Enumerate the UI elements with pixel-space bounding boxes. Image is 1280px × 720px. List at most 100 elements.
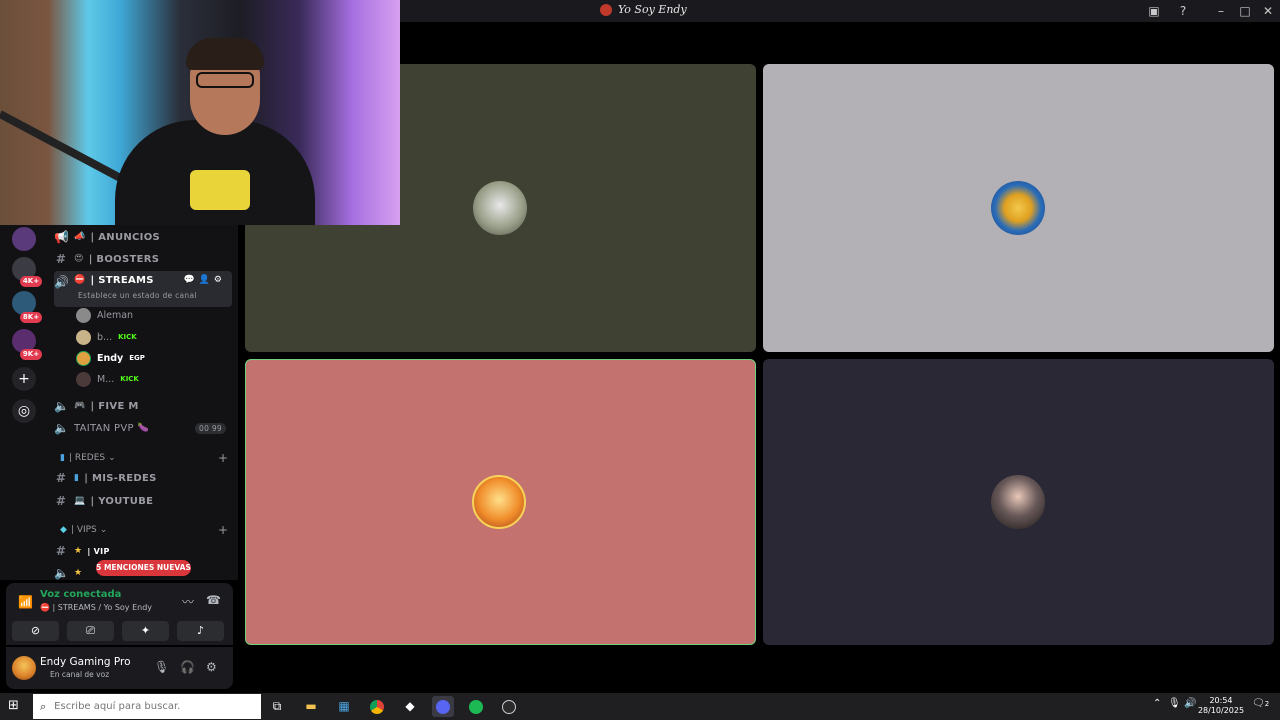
close-button[interactable]: ✕ bbox=[1259, 2, 1277, 20]
speaker-icon: 🔊 bbox=[54, 275, 70, 289]
gamepad-emoji-icon: 🎮 bbox=[74, 401, 86, 411]
voice-user[interactable]: b... KICK bbox=[76, 327, 137, 347]
notifications-icon[interactable]: 🗨2 bbox=[1252, 698, 1269, 709]
voice-user[interactable]: M... KICK bbox=[76, 369, 139, 389]
phone-emoji-icon: ▮ bbox=[60, 453, 65, 463]
channel-vip[interactable]: # ★ | VIP bbox=[54, 540, 232, 562]
soundboard-button[interactable]: ♪ bbox=[177, 621, 224, 641]
file-explorer-icon[interactable]: ▬ bbox=[300, 696, 322, 717]
clock-date: 28/10/2025 bbox=[1197, 706, 1245, 715]
microphone-icon[interactable]: 🎙 bbox=[154, 660, 169, 674]
category-vips-label: | VIPS bbox=[70, 525, 97, 535]
window-title-text: Yo Soy Endy bbox=[618, 3, 687, 16]
avatar bbox=[472, 475, 526, 529]
channel-taitan-pvp[interactable]: 🔈 TAITAN PVP 🍆 00 99 bbox=[54, 417, 232, 439]
speaker-icon: 🔈 bbox=[54, 421, 70, 435]
channel-anuncios[interactable]: 📢 📣 | ANUNCIOS bbox=[54, 226, 232, 248]
volume-icon[interactable]: 🔊 bbox=[1184, 698, 1196, 709]
channel-five-m[interactable]: 🔈 🎮 | FIVE M bbox=[54, 395, 232, 417]
settings-gear-icon[interactable]: ⚙ bbox=[206, 660, 217, 674]
obs-icon[interactable] bbox=[498, 696, 520, 717]
disconnect-icon[interactable]: ☎ bbox=[206, 593, 221, 607]
server-badge-3: 9K+ bbox=[20, 349, 42, 360]
megaphone-emoji-icon: 📣 bbox=[74, 232, 86, 242]
taskbar-search[interactable]: ⌕ bbox=[33, 694, 261, 719]
channel-youtube[interactable]: # 💻 | YOUTUBE bbox=[54, 490, 232, 512]
discord-icon[interactable] bbox=[432, 696, 454, 717]
system-clock[interactable]: 20:54 28/10/2025 bbox=[1196, 696, 1246, 716]
channel-status-placeholder[interactable]: Establece un estado de canal bbox=[78, 291, 197, 300]
channel-streams-label: | STREAMS bbox=[90, 275, 154, 286]
voice-user[interactable]: Aleman bbox=[76, 305, 133, 325]
hash-icon: # bbox=[55, 494, 67, 508]
minimize-button[interactable]: – bbox=[1212, 2, 1230, 20]
chrome-icon[interactable] bbox=[366, 696, 388, 717]
user-name: Endy Gaming Pro bbox=[40, 656, 131, 668]
channel-vip-label: | VIP bbox=[87, 546, 110, 556]
channel-five-m-label: | FIVE M bbox=[90, 400, 139, 412]
voice-connected-panel: 📶 Voz conectada ⛔ | STREAMS / Yo Soy End… bbox=[6, 583, 233, 645]
channel-taitan-label: TAITAN PVP bbox=[74, 422, 134, 434]
task-view-icon[interactable]: ⧉ bbox=[266, 696, 288, 717]
channel-actions[interactable]: 💬👤⚙ bbox=[184, 275, 226, 285]
add-channel-icon[interactable]: + bbox=[218, 523, 228, 537]
channel-mis-redes[interactable]: # ▮ | MIS-REDES bbox=[54, 467, 232, 489]
maximize-button[interactable]: □ bbox=[1236, 2, 1254, 20]
new-mentions-badge[interactable]: 5 MENCIONES NUEVAS bbox=[96, 560, 191, 576]
chevron-down-icon: ⌄ bbox=[99, 525, 108, 535]
speaker-icon: 🔈 bbox=[54, 566, 70, 580]
spotify-icon[interactable] bbox=[465, 696, 487, 717]
channel-boosters[interactable]: # 😍 | BOOSTERS bbox=[54, 248, 232, 270]
roblox-icon[interactable]: ◆ bbox=[399, 696, 421, 717]
channel-anuncios-label: | ANUNCIOS bbox=[90, 231, 161, 243]
server-badge-2: 8K+ bbox=[20, 312, 42, 323]
chevron-up-icon[interactable]: ⌃ bbox=[1153, 698, 1161, 709]
search-input[interactable] bbox=[54, 701, 245, 712]
avatar bbox=[76, 307, 91, 323]
window-title: Yo Soy Endy bbox=[600, 3, 687, 16]
share-screen-button[interactable]: ⎚ bbox=[67, 621, 114, 641]
hash-icon: # bbox=[55, 544, 67, 558]
voice-channel-path[interactable]: ⛔ | STREAMS / Yo Soy Endy bbox=[40, 603, 152, 612]
avatar bbox=[991, 181, 1045, 235]
windows-taskbar: ⊞ ⌕ ⧉ ▬ ▦ ◆ ⌃ 🎙 🔊 20:54 28/10/2025 🗨2 bbox=[0, 693, 1280, 720]
heart-eyes-emoji-icon: 😍 bbox=[74, 254, 84, 264]
kick-tag: KICK bbox=[118, 333, 137, 341]
signal-icon[interactable]: 📶 bbox=[18, 595, 33, 609]
channel-streams[interactable]: 🔊 ⛔ | STREAMS Establece un estado de can… bbox=[54, 271, 232, 307]
add-server-icon[interactable]: + bbox=[12, 367, 36, 391]
video-tile[interactable] bbox=[763, 359, 1274, 645]
inbox-icon[interactable]: ▣ bbox=[1145, 2, 1163, 20]
category-redes-label: | REDES bbox=[68, 453, 106, 463]
user-count: 00 bbox=[199, 423, 210, 433]
discord-app: Yo Soy Endy ▣ ? – □ ✕ 4K+ 8K+ 9K+ + ◎ 📢 … bbox=[0, 0, 1280, 693]
microphone-tray-icon[interactable]: 🎙 bbox=[1168, 698, 1181, 709]
noise-suppression-icon[interactable]: 〰 bbox=[182, 593, 194, 610]
eggplant-emoji-icon: 🍆 bbox=[137, 423, 150, 433]
hash-icon: # bbox=[55, 252, 67, 266]
category-vips[interactable]: ◆ | VIPS ⌄ + bbox=[60, 523, 228, 537]
store-icon[interactable]: ▦ bbox=[333, 696, 355, 717]
explore-icon[interactable]: ◎ bbox=[12, 399, 36, 423]
category-redes[interactable]: ▮ | REDES ⌄ + bbox=[60, 451, 228, 465]
avatar[interactable] bbox=[12, 656, 36, 680]
server-icon-home[interactable] bbox=[12, 227, 36, 251]
user-status: En canal de voz bbox=[50, 670, 110, 679]
video-tile[interactable] bbox=[763, 64, 1274, 352]
add-channel-icon[interactable]: + bbox=[218, 451, 228, 465]
camera-off-button[interactable]: ⊘ bbox=[12, 621, 59, 641]
channel-boosters-label: | BOOSTERS bbox=[88, 253, 160, 265]
webcam-overlay bbox=[0, 0, 400, 225]
headphones-icon[interactable]: 🎧 bbox=[180, 660, 195, 674]
voice-user[interactable]: Endy EGP bbox=[76, 348, 145, 368]
channel-mis-redes-label: | MIS-REDES bbox=[84, 472, 157, 484]
windows-start-icon[interactable]: ⊞ bbox=[8, 699, 22, 713]
help-icon[interactable]: ? bbox=[1174, 2, 1192, 20]
voice-user-name: Endy bbox=[97, 352, 124, 364]
voice-user-name: M... bbox=[97, 373, 115, 385]
video-tile-speaking[interactable] bbox=[245, 359, 756, 645]
hash-icon: # bbox=[55, 471, 67, 485]
phone-emoji-icon: ▮ bbox=[74, 473, 80, 483]
diamond-emoji-icon: ◆ bbox=[60, 525, 67, 535]
activities-button[interactable]: ✦ bbox=[122, 621, 169, 641]
